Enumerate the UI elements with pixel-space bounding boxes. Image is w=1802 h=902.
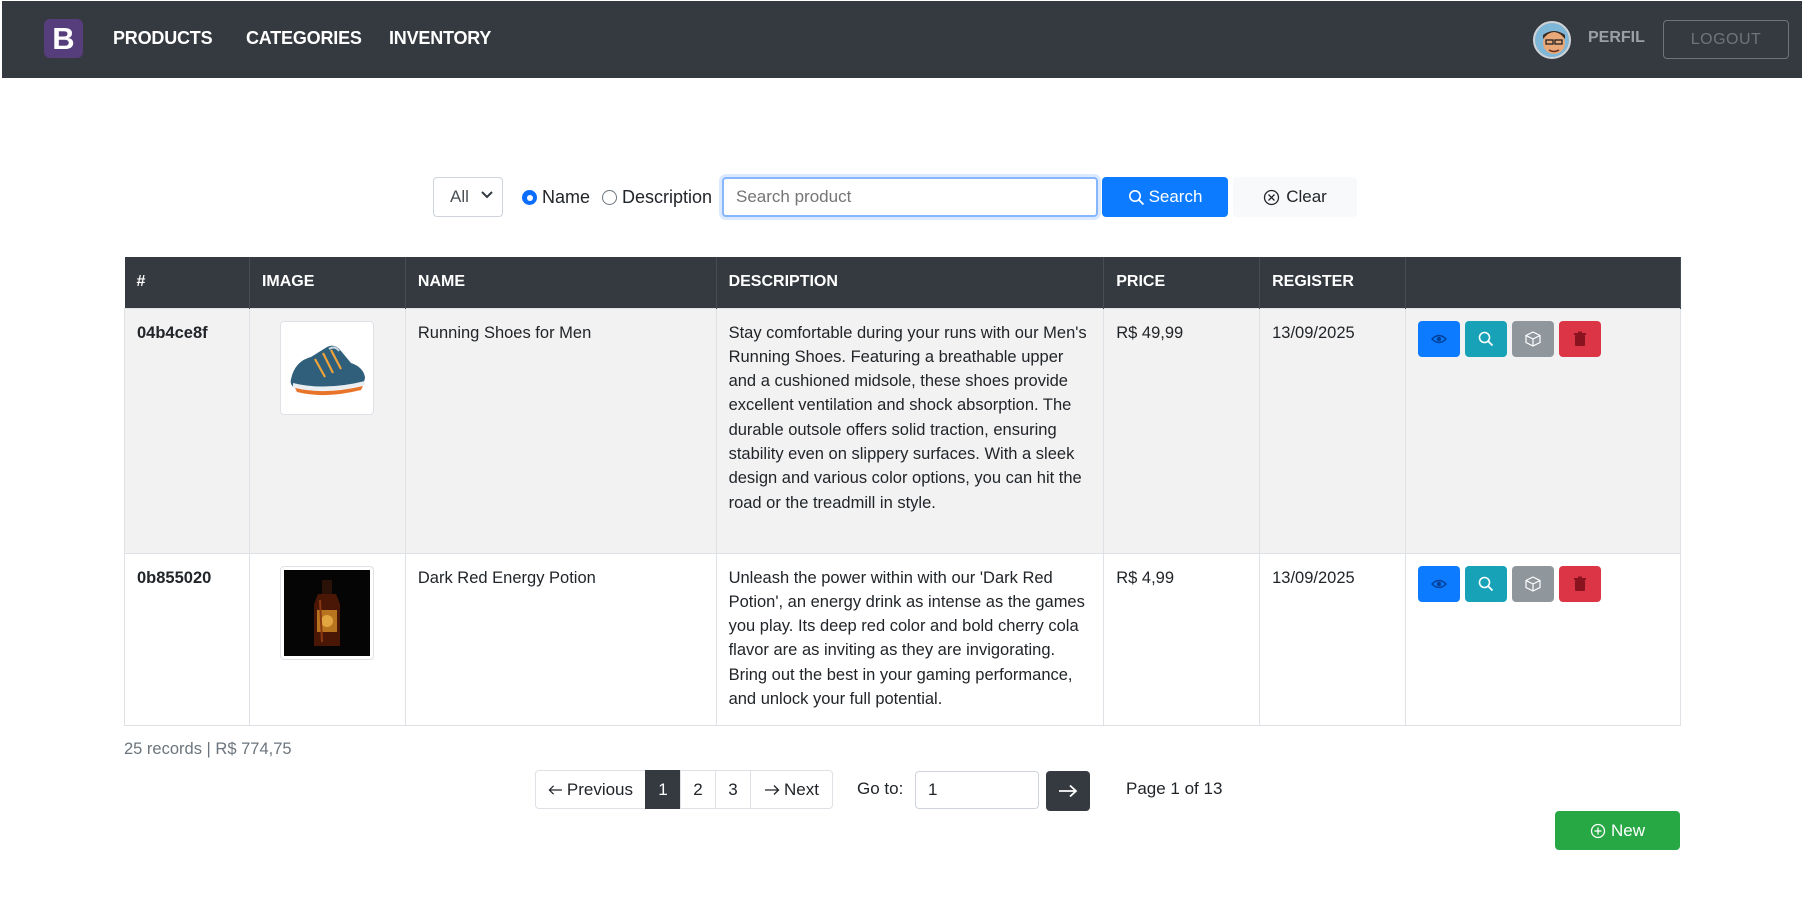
radio-name-indicator[interactable] [522,190,537,205]
row-image-cell [248,307,406,554]
avatar-face-icon [1535,23,1569,57]
box-icon [1525,330,1541,347]
nav-link-categories[interactable]: CATEGORIES [246,28,362,49]
header-image: IMAGE [249,257,406,308]
clear-circle-x-icon [1264,189,1280,205]
running-shoe-icon [291,345,366,395]
plus-circle-icon [1590,823,1606,838]
radio-name[interactable]: Name [522,187,590,208]
radio-name-label: Name [542,187,591,207]
radio-description[interactable]: Description [602,187,712,208]
search-icon [1478,576,1494,591]
next-page-label: Next [784,779,819,799]
new-product-label: New [1610,820,1645,840]
arrow-left-icon [548,784,562,795]
row-price: R$ 4,99 [1103,552,1261,726]
brand-logo[interactable]: B [44,19,83,58]
eye-icon [1431,579,1448,588]
previous-page-button[interactable]: Previous [535,770,646,809]
row-id: 0b855020 [124,552,250,726]
trash-icon [1574,576,1587,591]
row-actions [1405,307,1681,554]
row-description: Stay comfortable during your runs with o… [715,307,1105,554]
row-description: Unleash the power within with our 'Dark … [715,552,1105,726]
goto-page-button[interactable] [1046,771,1090,811]
view-button[interactable] [1418,320,1461,357]
search-icon [1478,331,1494,346]
arrow-right-icon [765,784,780,795]
radio-description-indicator[interactable] [602,190,617,205]
table-header-row: # IMAGE NAME DESCRIPTION PRICE REGISTER [124,257,1681,308]
records-summary: 25 records | R$ 774,75 [124,740,292,758]
header-register: REGISTER [1259,257,1407,308]
avatar[interactable] [1533,21,1571,59]
details-button[interactable] [1465,565,1508,602]
table-row: 0b855020 Dark Red Energy Potion Unleash … [124,552,1681,726]
nav-link-inventory[interactable]: INVENTORY [389,28,491,49]
navbar: B PRODUCTS CATEGORIES INVENTORY PERFIL L… [2,1,1802,78]
box-icon [1525,575,1541,592]
delete-button[interactable] [1559,565,1602,602]
filter-select[interactable]: All [433,177,503,217]
search-input[interactable] [722,177,1098,217]
goto-page-input[interactable]: 1 [915,771,1039,809]
eye-icon [1431,334,1448,343]
row-image-cell [248,552,406,726]
search-button[interactable]: Search [1102,177,1228,217]
header-price: PRICE [1103,257,1261,308]
clear-button-label: Clear [1286,187,1327,206]
product-thumbnail[interactable] [280,320,375,415]
filter-select-value: All [450,187,469,206]
inventory-button[interactable] [1512,565,1555,602]
page-button-2[interactable]: 2 [680,770,716,809]
products-table: # IMAGE NAME DESCRIPTION PRICE REGISTER … [124,257,1681,726]
next-page-button[interactable]: Next [750,770,833,809]
header-actions [1405,257,1681,308]
delete-button[interactable] [1559,320,1602,357]
row-register: 13/09/2025 [1259,552,1407,726]
row-name: Dark Red Energy Potion [404,552,717,726]
new-product-button[interactable]: New [1555,811,1680,850]
trash-icon [1574,331,1587,346]
page-button-1[interactable]: 1 [645,770,681,809]
pagination: Previous 1 2 3 Next [535,770,833,809]
profile-link[interactable]: PERFIL [1588,29,1645,47]
row-actions [1405,552,1681,726]
page-info: Page 1 of 13 [1126,779,1223,798]
clear-button[interactable]: Clear [1233,177,1357,217]
product-thumbnail[interactable] [280,565,375,660]
details-button[interactable] [1465,320,1508,357]
nav-link-products[interactable]: PRODUCTS [113,28,213,49]
row-name: Running Shoes for Men [404,307,717,554]
header-id: # [124,257,250,308]
chevron-down-icon [480,187,494,204]
header-name: NAME [405,257,717,308]
table-row: 04b4ce8f Running Shoes for Men Stay comf… [124,307,1681,554]
view-button[interactable] [1418,565,1461,602]
logout-button[interactable]: LOGOUT [1663,20,1789,59]
search-button-label: Search [1148,187,1203,206]
row-register: 13/09/2025 [1259,307,1407,554]
search-icon [1128,189,1144,205]
row-price: R$ 49,99 [1103,307,1261,554]
energy-potion-bottle-icon [284,569,371,656]
inventory-button[interactable] [1512,320,1555,357]
arrow-right-icon [1059,784,1078,798]
previous-page-label: Previous [566,779,633,799]
goto-label: Go to: [857,779,904,798]
row-id: 04b4ce8f [124,307,250,554]
page-button-3[interactable]: 3 [715,770,751,809]
radio-description-label: Description [622,187,713,207]
header-description: DESCRIPTION [716,257,1105,308]
